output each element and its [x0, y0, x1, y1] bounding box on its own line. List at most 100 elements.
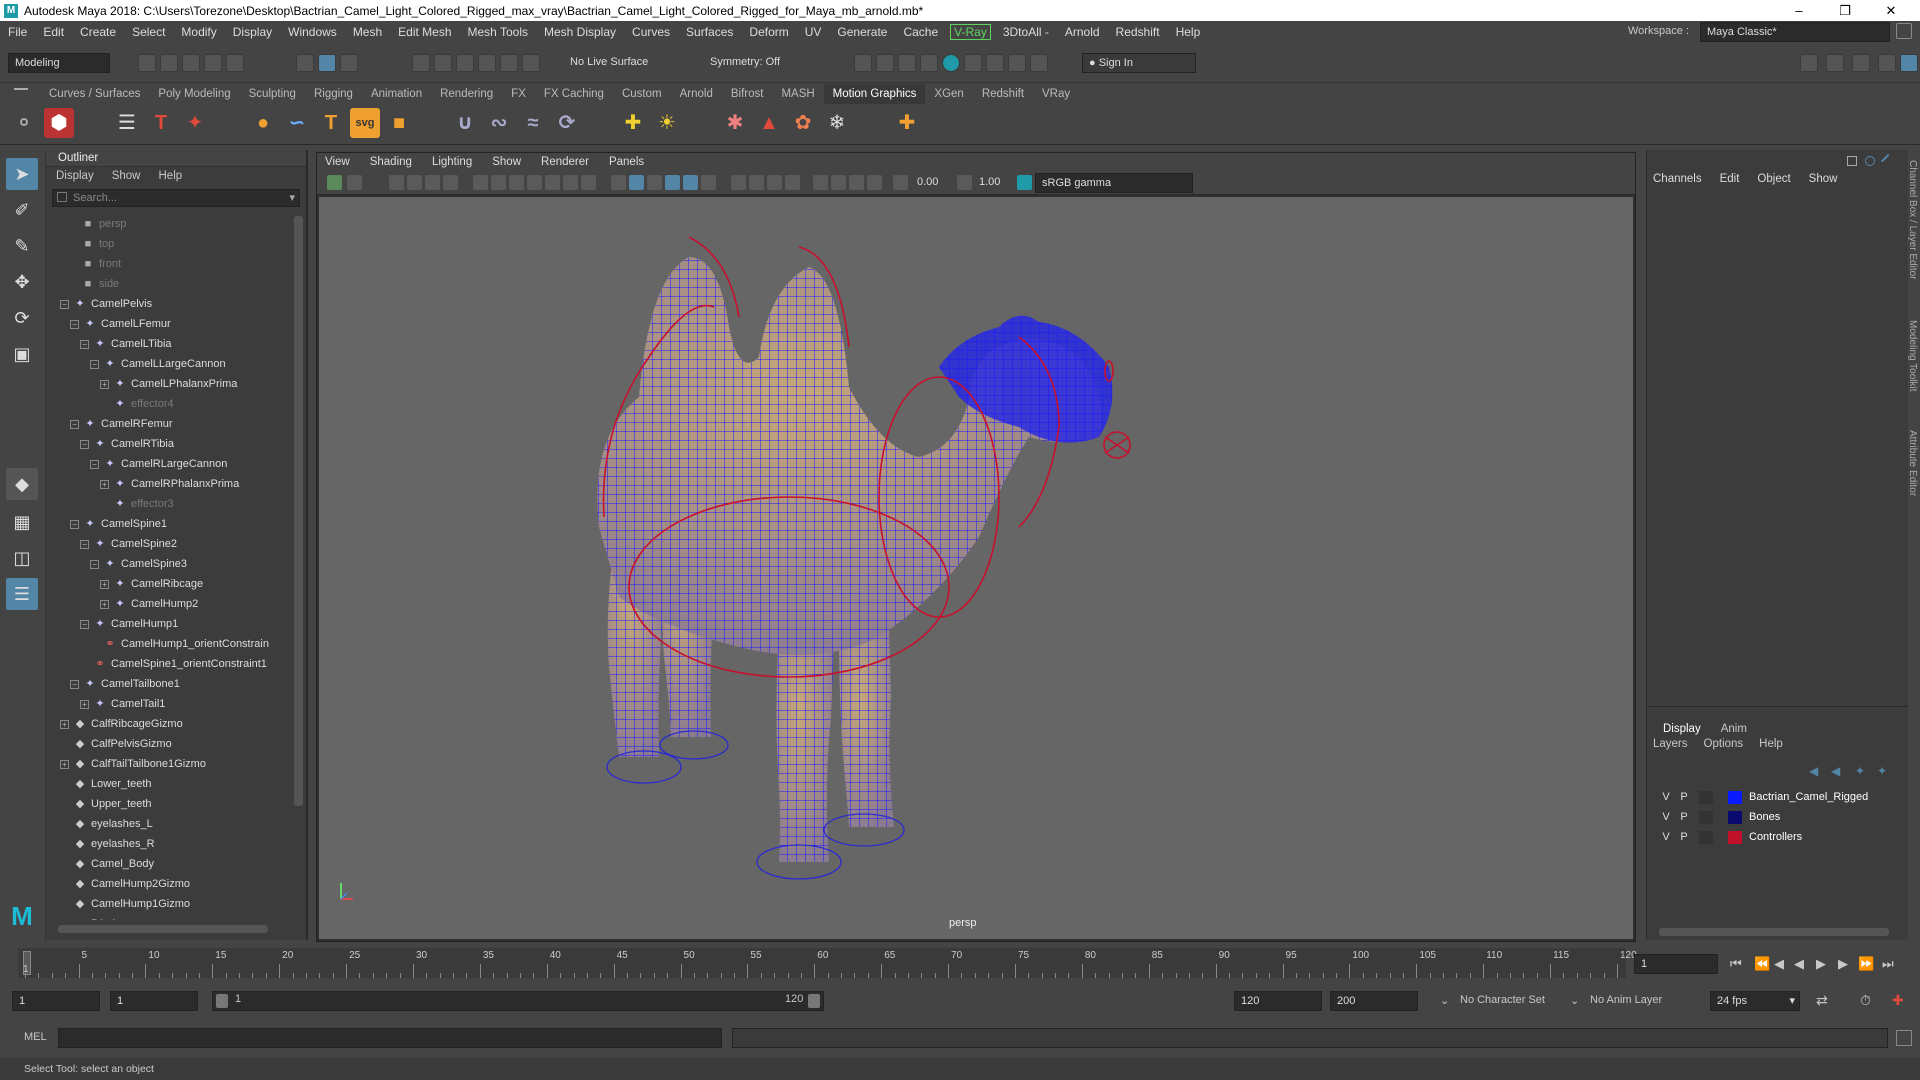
tab-vray[interactable]: VRay [1033, 84, 1079, 104]
outliner-item[interactable]: − ✦ CamelSpine3 [90, 554, 187, 574]
isolate-select-icon[interactable] [813, 175, 828, 190]
channel-box-menu-channels[interactable]: Channels [1653, 173, 1702, 191]
menu-edit-mesh[interactable]: Edit Mesh [390, 25, 459, 39]
play-forward-icon[interactable]: ▶ [1816, 956, 1826, 972]
outliner-item[interactable]: − ✦ CamelLFemur [70, 314, 171, 334]
layer-playback-toggle[interactable]: P [1677, 808, 1691, 827]
two-d-pan-icon[interactable] [425, 175, 440, 190]
playback-end-field[interactable]: 120 [1234, 991, 1322, 1011]
outliner-item[interactable]: − ✦ CamelRLargeCannon [90, 454, 227, 474]
layer-row[interactable]: V P Bactrian_Camel_Rigged [1653, 788, 1895, 807]
outliner-item[interactable]: − ✦ CamelRFemur [70, 414, 173, 434]
playback-start-field[interactable]: 1 [110, 991, 198, 1011]
channel-box-options-icon[interactable] [1847, 156, 1857, 166]
menu-display[interactable]: Display [225, 25, 280, 39]
outliner-item[interactable]: − ✦ CamelLTibia [80, 334, 172, 354]
outliner-item[interactable]: ⚭ CamelSpine1_orientConstraint1 [80, 654, 267, 674]
outliner-item[interactable]: ◆ eyelashes_L [60, 814, 153, 834]
two-view-layout-icon[interactable]: ◫ [6, 542, 38, 574]
deformer-icon[interactable]: ∪ [450, 108, 480, 138]
loop-icon[interactable]: ⇄ [1816, 992, 1828, 1009]
step-back-key-icon[interactable]: ◀ [1774, 956, 1784, 972]
field-icon[interactable]: ✿ [788, 108, 818, 138]
outliner-item[interactable]: + ◆ CalfRibcageGizmo [60, 714, 183, 734]
collapse-icon[interactable]: − [70, 319, 79, 329]
layer-menu-options[interactable]: Options [1704, 738, 1744, 750]
collapse-icon[interactable]: − [70, 519, 79, 529]
outliner-item[interactable]: − ✦ CamelPelvis [60, 294, 152, 314]
layer-color-swatch[interactable] [1728, 791, 1742, 804]
menu-select[interactable]: Select [124, 25, 173, 39]
go-to-end-icon[interactable]: ⏭ [1882, 956, 1894, 972]
collapse-icon[interactable]: − [90, 559, 99, 569]
mode-dropdown[interactable]: Modeling [8, 53, 110, 73]
outliner-item[interactable]: − ✦ CamelLLargeCannon [90, 354, 226, 374]
pause-ipr-icon[interactable] [1030, 54, 1048, 72]
collapse-icon[interactable]: − [80, 539, 89, 549]
range-end-handle[interactable] [808, 994, 820, 1008]
command-input[interactable] [58, 1028, 722, 1048]
character-set-field[interactable]: No Character Set [1460, 994, 1545, 1006]
scale-tool-icon[interactable]: ▣ [6, 338, 38, 370]
film-gate-icon[interactable] [491, 175, 506, 190]
channel-box-menu-show[interactable]: Show [1809, 173, 1838, 191]
tool-settings-toggle-icon[interactable] [1878, 54, 1896, 72]
move-tool-icon[interactable]: ✥ [6, 266, 38, 298]
screen-space-ao-icon[interactable] [749, 175, 764, 190]
menu-mesh-tools[interactable]: Mesh Tools [460, 25, 536, 39]
maximize-button[interactable]: ❐ [1822, 0, 1868, 21]
viewport-menu-show[interactable]: Show [492, 153, 521, 171]
outliner-horizontal-scrollbar[interactable] [58, 925, 268, 933]
time-slider-track[interactable]: 1 5 10 15 20 25 30 35 40 45 50 55 60 65 70 75 80 85 90 95 1… [18, 948, 1637, 978]
color-management-icon[interactable] [1017, 175, 1032, 190]
range-start-handle[interactable] [216, 994, 228, 1008]
modeling-toolkit-icon[interactable] [1800, 54, 1818, 72]
outliner-item[interactable]: − ✦ CamelTailbone1 [70, 674, 180, 694]
snap-vertex-icon[interactable] [522, 54, 540, 72]
mash-paint-icon[interactable]: ✦ [180, 108, 210, 138]
go-to-start-icon[interactable]: ⏮ [1730, 956, 1742, 972]
layer-playback-toggle[interactable]: P [1677, 788, 1691, 807]
channel-box-menu-object[interactable]: Object [1757, 173, 1790, 191]
select-hierarchy-icon[interactable] [296, 54, 314, 72]
collapse-icon[interactable]: − [90, 359, 99, 369]
shelf-options-icon[interactable] [20, 118, 28, 126]
layer-color-swatch[interactable] [1728, 831, 1742, 844]
snap-grid-icon[interactable] [412, 54, 430, 72]
outliner-item[interactable]: + ✦ CamelLPhalanxPrima [100, 374, 237, 394]
stop-ipr-icon[interactable] [1008, 54, 1026, 72]
tab-curves-surfaces[interactable]: Curves / Surfaces [40, 84, 149, 104]
collapse-icon[interactable]: − [80, 439, 89, 449]
tab-redshift[interactable]: Redshift [973, 84, 1033, 104]
outliner-vertical-scrollbar[interactable] [294, 216, 303, 806]
redo-icon[interactable] [226, 54, 244, 72]
expand-icon[interactable]: + [100, 479, 109, 489]
outliner-menu-display[interactable]: Display [56, 167, 94, 185]
human-ik-icon[interactable] [1826, 54, 1844, 72]
text-tool-icon[interactable]: T [146, 108, 176, 138]
move-layer-up-icon[interactable]: ◀ [1809, 764, 1818, 778]
outliner-item[interactable]: − ✦ CamelSpine1 [70, 514, 167, 534]
svg-tool-icon[interactable]: svg [350, 108, 380, 138]
collapse-icon[interactable]: − [90, 459, 99, 469]
gamma-icon[interactable] [957, 175, 972, 190]
layer-menu-help[interactable]: Help [1759, 738, 1783, 750]
expand-icon[interactable]: + [100, 379, 109, 389]
menu-windows[interactable]: Windows [280, 25, 345, 39]
menu-surfaces[interactable]: Surfaces [678, 25, 741, 39]
render-settings-icon[interactable] [920, 54, 938, 72]
expand-icon[interactable]: + [80, 699, 89, 709]
tab-fx-caching[interactable]: FX Caching [535, 84, 613, 104]
tab-custom[interactable]: Custom [613, 84, 671, 104]
outliner-item[interactable]: ◆ Upper_teeth [60, 794, 152, 814]
outliner-item[interactable]: ■ front [68, 254, 121, 274]
viewport-canvas[interactable]: persp [319, 197, 1633, 939]
snap-surface-icon[interactable] [500, 54, 518, 72]
tab-poly-modeling[interactable]: Poly Modeling [149, 84, 239, 104]
layer-visibility-toggle[interactable]: V [1659, 828, 1673, 847]
shadows-icon[interactable] [731, 175, 746, 190]
tab-arnold[interactable]: Arnold [671, 84, 722, 104]
select-tool-icon[interactable]: ➤ [6, 158, 38, 190]
tab-bifrost[interactable]: Bifrost [722, 84, 773, 104]
layer-scrollbar[interactable] [1659, 928, 1889, 936]
